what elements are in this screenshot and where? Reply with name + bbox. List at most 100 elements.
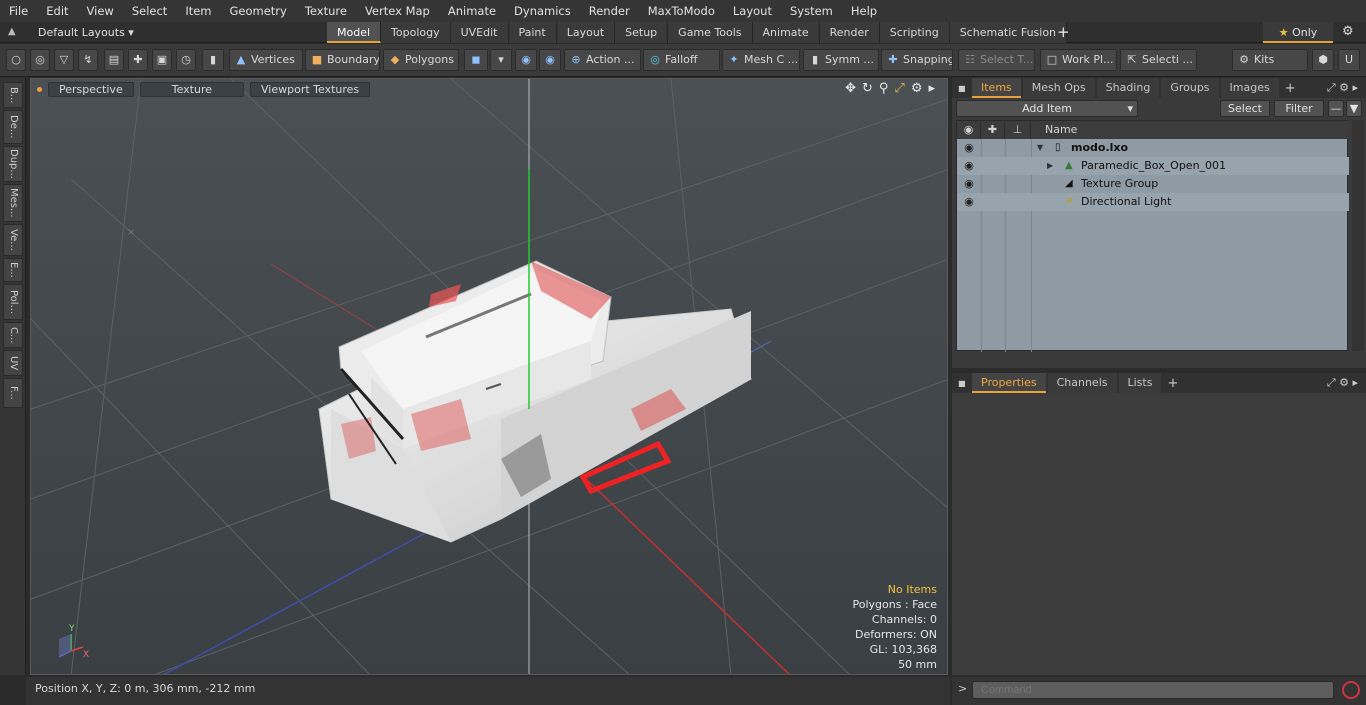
name-column-header[interactable]: Name bbox=[1031, 121, 1349, 139]
item-row-paramedic-box[interactable]: ◉ ▶ ▲ Paramedic_Box_Open_001 bbox=[957, 157, 1349, 175]
perspective-dropdown[interactable]: Perspective bbox=[48, 81, 134, 97]
viewport-more-icon[interactable]: ▸ bbox=[928, 81, 935, 96]
left-tab-edge[interactable]: E... bbox=[3, 258, 23, 282]
expand-triangle-icon[interactable]: ▼ bbox=[1037, 139, 1043, 157]
tab-layout[interactable]: Layout bbox=[556, 22, 616, 43]
item-row-directional-light[interactable]: ◉ ☀ Directional Light bbox=[957, 193, 1349, 211]
unreal-button[interactable]: U bbox=[1338, 49, 1360, 71]
properties-panel-options-icon[interactable]: ⤢ ⚙ ▸ bbox=[1327, 376, 1358, 390]
eye-icon[interactable]: ◉ bbox=[962, 157, 976, 175]
tab-channels[interactable]: Channels bbox=[1047, 373, 1117, 393]
polygons-button[interactable]: ◆ Polygons bbox=[383, 49, 459, 71]
eye-icon[interactable]: ◉ bbox=[962, 193, 976, 211]
add-item-dropdown[interactable]: Add Item ▾ bbox=[956, 100, 1138, 117]
brush-tool-button[interactable]: ↯ bbox=[78, 49, 98, 71]
default-layouts-dropdown[interactable]: Default Layouts ▾ bbox=[38, 22, 134, 43]
collapse-button[interactable]: — bbox=[1328, 100, 1344, 117]
left-tab-vertex[interactable]: Ve... bbox=[3, 224, 23, 256]
snapping-button[interactable]: ✚ Snapping bbox=[881, 49, 953, 71]
tab-setup[interactable]: Setup bbox=[615, 22, 669, 43]
item-list-scrollbar[interactable] bbox=[1352, 120, 1364, 351]
left-tab-uv[interactable]: UV bbox=[3, 350, 23, 376]
symmetry-shield-button[interactable]: ◉ bbox=[515, 49, 537, 71]
record-stop-icon[interactable] bbox=[1342, 681, 1360, 699]
tab-lists[interactable]: Lists bbox=[1118, 373, 1162, 393]
menu-texture[interactable]: Texture bbox=[296, 0, 356, 22]
add-panel-tab-icon[interactable]: + bbox=[1167, 376, 1178, 391]
select-button[interactable]: Select bbox=[1220, 100, 1270, 117]
tab-properties[interactable]: Properties bbox=[972, 373, 1046, 393]
items-panel-menu-icon[interactable]: ■ bbox=[958, 84, 966, 93]
tab-game-tools[interactable]: Game Tools bbox=[668, 22, 753, 43]
boundary-button[interactable]: ■ Boundary bbox=[305, 49, 380, 71]
filter-button[interactable]: Filter bbox=[1274, 100, 1324, 117]
center-tool-button[interactable]: ✚ bbox=[128, 49, 148, 71]
pivot-button[interactable]: ◉ bbox=[539, 49, 561, 71]
only-toggle[interactable]: ★ Only bbox=[1263, 22, 1333, 43]
viewport-menu-dot[interactable] bbox=[37, 86, 42, 92]
menu-animate[interactable]: Animate bbox=[439, 0, 505, 22]
item-mode-button[interactable]: ◼ bbox=[464, 49, 488, 71]
falloff-button[interactable]: ◎ Falloff bbox=[643, 49, 720, 71]
tab-model[interactable]: Model bbox=[327, 22, 382, 43]
selection-sets-button[interactable]: ⇱ Selecti ... bbox=[1120, 49, 1197, 71]
add-panel-tab-icon[interactable]: + bbox=[1285, 81, 1296, 96]
menu-layout[interactable]: Layout bbox=[724, 0, 781, 22]
unity-button[interactable]: ⬢ bbox=[1312, 49, 1334, 71]
tab-render[interactable]: Render bbox=[819, 22, 880, 43]
maximize-icon[interactable]: ⤢ bbox=[894, 81, 904, 96]
left-tab-duplicate[interactable]: Dup... bbox=[3, 146, 23, 182]
menu-view[interactable]: View bbox=[78, 0, 123, 22]
gear-icon[interactable]: ⚙ bbox=[1342, 24, 1354, 39]
menu-system[interactable]: System bbox=[781, 0, 842, 22]
circle-select-button[interactable]: ○ bbox=[6, 49, 26, 71]
left-tab-mesh-edit[interactable]: Mes... bbox=[3, 184, 23, 222]
pen-tool-button[interactable]: ▽ bbox=[54, 49, 74, 71]
select-through-button[interactable]: ☷ Select T... bbox=[958, 49, 1035, 71]
viewport-gear-icon[interactable]: ⚙ bbox=[911, 81, 923, 96]
left-tab-deform[interactable]: De... bbox=[3, 110, 23, 144]
mesh-constraint-button[interactable]: ✦ Mesh C ... bbox=[722, 49, 800, 71]
work-plane-button[interactable]: □ Work Pl... bbox=[1040, 49, 1117, 71]
align-tool-button[interactable]: ▤ bbox=[104, 49, 124, 71]
item-mode-dropdown[interactable]: ▾ bbox=[490, 49, 512, 71]
menu-help[interactable]: Help bbox=[842, 0, 886, 22]
tab-mesh-ops[interactable]: Mesh Ops bbox=[1022, 78, 1095, 98]
tab-schematic-fusion[interactable]: Schematic Fusion bbox=[949, 22, 1068, 43]
3d-viewport[interactable]: × Y X Perspective Texture Viewport Textu… bbox=[30, 78, 948, 675]
shield-mode-button[interactable]: ▮ bbox=[202, 49, 224, 71]
item-list[interactable]: ◉ ✚ ⊥ Name ◉ ▼ ▯ modo.lxo ◉ ▶ ▲ Paramedi… bbox=[956, 120, 1349, 352]
tab-images[interactable]: Images bbox=[1220, 78, 1279, 98]
globe-button[interactable]: ◎ bbox=[30, 49, 50, 71]
left-tab-polygon[interactable]: Pol... bbox=[3, 284, 23, 320]
frame-tool-button[interactable]: ▣ bbox=[152, 49, 172, 71]
pan-icon[interactable]: ✥ bbox=[845, 81, 856, 96]
expand-triangle-icon[interactable]: ▶ bbox=[1047, 157, 1053, 175]
add-layout-tab-button[interactable]: + bbox=[1057, 22, 1070, 43]
tab-scripting[interactable]: Scripting bbox=[879, 22, 950, 43]
clock-tool-button[interactable]: ◷ bbox=[176, 49, 196, 71]
tab-topology[interactable]: Topology bbox=[381, 22, 451, 43]
items-panel-options-icon[interactable]: ⤢ ⚙ ▸ bbox=[1327, 81, 1358, 95]
zoom-icon[interactable]: ⚲ bbox=[879, 81, 889, 96]
menu-dynamics[interactable]: Dynamics bbox=[505, 0, 580, 22]
texture-dropdown[interactable]: Texture bbox=[139, 81, 244, 97]
item-row-texture-group[interactable]: ◉ ◢ Texture Group bbox=[957, 175, 1349, 193]
left-tab-curve[interactable]: C... bbox=[3, 322, 23, 348]
menu-maxtomodo[interactable]: MaxToModo bbox=[639, 0, 724, 22]
menu-file[interactable]: File bbox=[0, 0, 37, 22]
item-row-modo-lxo[interactable]: ◉ ▼ ▯ modo.lxo bbox=[957, 139, 1349, 157]
menu-geometry[interactable]: Geometry bbox=[221, 0, 296, 22]
action-center-button[interactable]: ⊕ Action ... bbox=[564, 49, 641, 71]
kits-button[interactable]: ⚙ Kits bbox=[1232, 49, 1308, 71]
tab-groups[interactable]: Groups bbox=[1161, 78, 1219, 98]
menu-item[interactable]: Item bbox=[176, 0, 220, 22]
viewport-textures-dropdown[interactable]: Viewport Textures bbox=[250, 81, 371, 97]
menu-edit[interactable]: Edit bbox=[37, 0, 77, 22]
tab-shading[interactable]: Shading bbox=[1096, 78, 1160, 98]
vertices-button[interactable]: ▲ Vertices bbox=[229, 49, 303, 71]
tab-items[interactable]: Items bbox=[972, 78, 1021, 98]
eye-icon[interactable]: ◉ bbox=[962, 175, 976, 193]
eye-icon[interactable]: ◉ bbox=[962, 139, 976, 157]
tab-uvedit[interactable]: UVEdit bbox=[450, 22, 509, 43]
